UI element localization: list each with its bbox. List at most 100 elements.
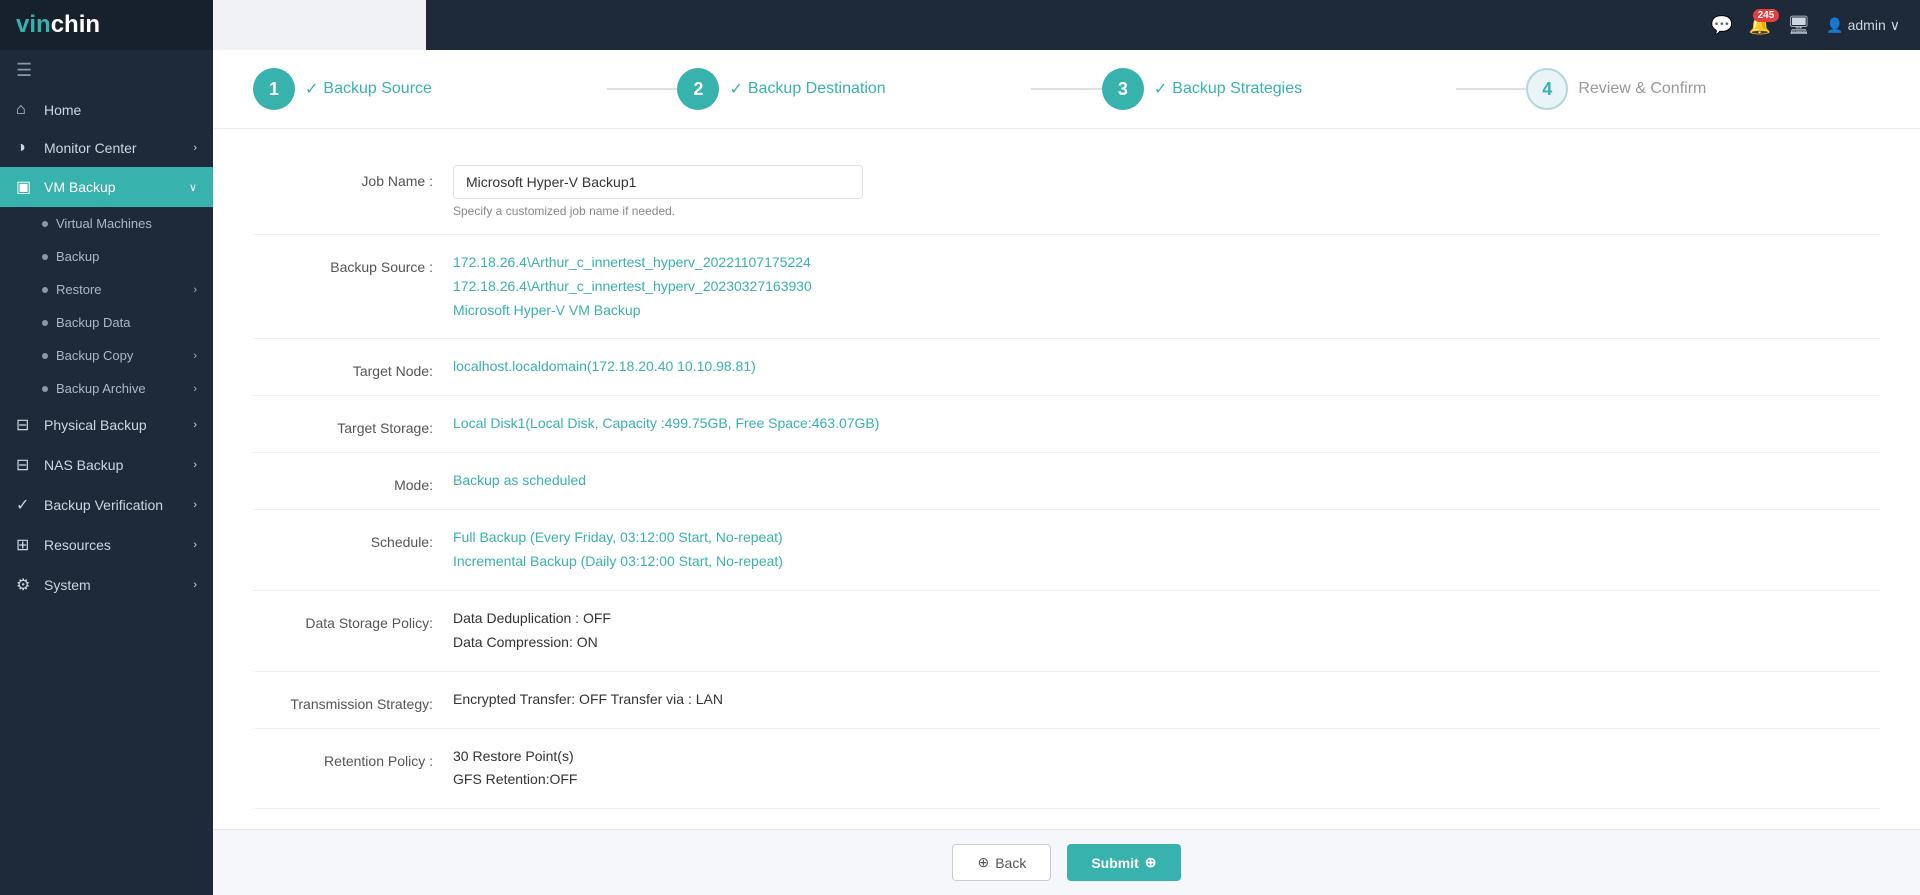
notification-badge: 245 bbox=[1753, 9, 1780, 22]
target-storage-label: Target Storage: bbox=[253, 412, 453, 436]
sidebar-item-backup-copy[interactable]: Backup Copy › bbox=[0, 339, 213, 372]
job-name-label: Job Name : bbox=[253, 165, 453, 189]
step-2-label: ✓ Backup Destination bbox=[729, 79, 885, 99]
home-icon: ⌂ bbox=[16, 101, 34, 119]
step-1-circle: 1 bbox=[253, 68, 295, 110]
sidebar-item-backup-data[interactable]: Backup Data bbox=[0, 306, 213, 339]
main-content: 1 ✓ Backup Source 2 ✓ Backup Destination bbox=[213, 50, 1920, 895]
target-node-value: localhost.localdomain(172.18.20.40 10.10… bbox=[453, 355, 1880, 379]
transmission-strategy-label: Transmission Strategy: bbox=[253, 688, 453, 712]
vm-backup-icon: ▣ bbox=[16, 177, 34, 197]
sidebar-item-label: VM Backup bbox=[44, 179, 116, 195]
nas-backup-icon: ⊟ bbox=[16, 455, 34, 475]
user-menu[interactable]: 👤 admin ∨ bbox=[1826, 17, 1900, 34]
sidebar-sub-label: Virtual Machines bbox=[56, 216, 152, 231]
topbar: 💬 🔔 245 🖥 👤 admin ∨ bbox=[426, 0, 1920, 50]
data-storage-policy-label: Data Storage Policy: bbox=[253, 607, 453, 631]
sidebar-item-label: System bbox=[44, 577, 91, 593]
dot-icon bbox=[42, 287, 48, 293]
back-button[interactable]: ⊕ Back bbox=[952, 844, 1051, 881]
sidebar-item-backup[interactable]: Backup bbox=[0, 240, 213, 273]
chevron-right-icon: › bbox=[193, 284, 197, 296]
step-divider-3 bbox=[1456, 88, 1527, 90]
step-1: 1 ✓ Backup Source bbox=[253, 68, 607, 110]
chevron-right-icon: › bbox=[193, 499, 197, 511]
chevron-right-icon: › bbox=[193, 459, 197, 471]
step-divider-2 bbox=[1031, 88, 1102, 90]
chevron-right-icon: › bbox=[193, 419, 197, 431]
chevron-right-icon: › bbox=[193, 539, 197, 551]
stepper: 1 ✓ Backup Source 2 ✓ Backup Destination bbox=[213, 50, 1920, 129]
form-footer: ⊕ Back Submit ⊕ bbox=[213, 829, 1920, 895]
chat-icon[interactable]: 💬 bbox=[1710, 15, 1732, 36]
sidebar-item-label: NAS Backup bbox=[44, 457, 123, 473]
step-4-label: Review & Confirm bbox=[1578, 80, 1706, 98]
user-label: admin bbox=[1848, 17, 1886, 33]
transmission-strategy-value: Encrypted Transfer: OFF Transfer via : L… bbox=[453, 688, 1880, 712]
job-name-hint: Specify a customized job name if needed. bbox=[453, 204, 1880, 218]
step-divider-1 bbox=[607, 88, 678, 90]
target-storage-row: Target Storage: Local Disk1(Local Disk, … bbox=[253, 396, 1880, 453]
sidebar-item-backup-archive[interactable]: Backup Archive › bbox=[0, 372, 213, 405]
sidebar-item-physical-backup[interactable]: ⊟ Physical Backup › bbox=[0, 405, 213, 445]
notification-wrapper[interactable]: 🔔 245 bbox=[1749, 15, 1771, 36]
submit-icon: ⊕ bbox=[1145, 854, 1157, 871]
sidebar-item-label: Home bbox=[44, 102, 81, 118]
mode-row: Mode: Backup as scheduled bbox=[253, 453, 1880, 510]
step-1-check: ✓ bbox=[305, 79, 318, 99]
sidebar-sub-label: Backup Data bbox=[56, 315, 130, 330]
physical-backup-icon: ⊟ bbox=[16, 415, 34, 435]
step-3-label: ✓ Backup Strategies bbox=[1154, 79, 1302, 99]
sidebar-item-label: Resources bbox=[44, 537, 111, 553]
sidebar-item-resources[interactable]: ⊞ Resources › bbox=[0, 525, 213, 565]
form-area: Job Name : Specify a customized job name… bbox=[213, 129, 1920, 829]
sidebar-item-system[interactable]: ⚙ System › bbox=[0, 565, 213, 605]
sidebar-item-monitor-center[interactable]: ◑ Monitor Center › bbox=[0, 129, 213, 167]
sidebar-item-backup-verification[interactable]: ✓ Backup Verification › bbox=[0, 485, 213, 525]
sidebar-sub-label: Backup Archive bbox=[56, 381, 146, 396]
advanced-strategy-row: Advanced Strategy : Standard Snapshot : … bbox=[253, 809, 1880, 829]
user-chevron-icon: ∨ bbox=[1890, 17, 1900, 34]
monitor-icon: ◑ bbox=[16, 139, 34, 157]
sidebar-item-virtual-machines[interactable]: Virtual Machines bbox=[0, 207, 213, 240]
sidebar-item-home[interactable]: ⌂ Home bbox=[0, 91, 213, 129]
sidebar-item-vm-backup[interactable]: ▣ VM Backup ∨ bbox=[0, 167, 213, 207]
submit-button[interactable]: Submit ⊕ bbox=[1067, 844, 1180, 881]
mode-value: Backup as scheduled bbox=[453, 469, 1880, 493]
sidebar-sub-label: Backup Copy bbox=[56, 348, 133, 363]
schedule-row: Schedule: Full Backup (Every Friday, 03:… bbox=[253, 510, 1880, 591]
schedule-line-2: Incremental Backup (Daily 03:12:00 Start… bbox=[453, 550, 1880, 574]
step-3: 3 ✓ Backup Strategies bbox=[1102, 68, 1456, 110]
backup-source-line-3: Microsoft Hyper-V VM Backup bbox=[453, 299, 1880, 323]
step-2-circle: 2 bbox=[677, 68, 719, 110]
chevron-right-icon: › bbox=[193, 142, 197, 154]
mode-label: Mode: bbox=[253, 469, 453, 493]
job-name-input[interactable] bbox=[453, 165, 863, 199]
data-storage-policy-line-1: Data Deduplication : OFF bbox=[453, 607, 1880, 631]
logo-vin: vin bbox=[16, 11, 51, 38]
retention-policy-line-1: 30 Restore Point(s) bbox=[453, 745, 1880, 769]
dot-icon bbox=[42, 353, 48, 359]
logo: vinchin bbox=[0, 0, 213, 50]
sidebar-item-nas-backup[interactable]: ⊟ NAS Backup › bbox=[0, 445, 213, 485]
sidebar-toggle[interactable]: ☰ bbox=[0, 50, 213, 91]
schedule-line-1: Full Backup (Every Friday, 03:12:00 Star… bbox=[453, 526, 1880, 550]
step-3-check: ✓ bbox=[1154, 79, 1167, 99]
user-icon: 👤 bbox=[1826, 17, 1843, 34]
data-storage-policy-row: Data Storage Policy: Data Deduplication … bbox=[253, 591, 1880, 672]
target-node-label: Target Node: bbox=[253, 355, 453, 379]
back-icon: ⊕ bbox=[977, 854, 989, 871]
step-4-circle: 4 bbox=[1526, 68, 1568, 110]
sidebar-item-restore[interactable]: Restore › bbox=[0, 273, 213, 306]
sidebar-item-label: Physical Backup bbox=[44, 417, 147, 433]
step-3-circle: 3 bbox=[1102, 68, 1144, 110]
monitor-icon[interactable]: 🖥 bbox=[1787, 15, 1810, 36]
sidebar-item-label: Monitor Center bbox=[44, 140, 137, 156]
retention-policy-line-2: GFS Retention:OFF bbox=[453, 768, 1880, 792]
dot-icon bbox=[42, 386, 48, 392]
job-name-row: Job Name : Specify a customized job name… bbox=[253, 149, 1880, 235]
logo-text: vinchin bbox=[16, 11, 100, 39]
backup-source-value: 172.18.26.4\Arthur_c_innertest_hyperv_20… bbox=[453, 251, 1880, 322]
chevron-right-icon: › bbox=[193, 383, 197, 395]
sidebar-item-label: Backup Verification bbox=[44, 497, 163, 513]
